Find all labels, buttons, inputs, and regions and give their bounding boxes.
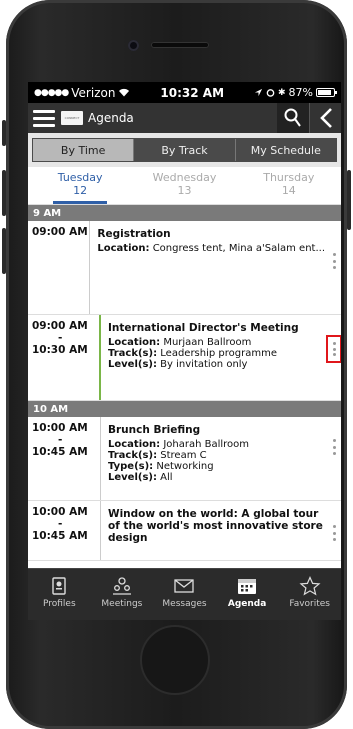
page-title: Agenda bbox=[88, 111, 134, 125]
session-end: 10:30 AM bbox=[32, 344, 88, 356]
earpiece-speaker bbox=[151, 42, 209, 48]
star-icon bbox=[299, 576, 321, 596]
back-button[interactable] bbox=[309, 103, 341, 133]
tab-messages[interactable]: Messages bbox=[153, 569, 216, 620]
day-tab-thursday[interactable]: Thursday 14 bbox=[237, 167, 341, 204]
session-details: Window on the world: A global tour of th… bbox=[101, 501, 341, 560]
session-time: 09:00 AM - 10:30 AM bbox=[28, 315, 101, 400]
mute-switch bbox=[2, 120, 6, 146]
session-location: Location: Joharah Ballroom bbox=[108, 439, 250, 450]
tab-agenda[interactable]: Agenda bbox=[216, 569, 279, 620]
day-tab-tuesday[interactable]: Tuesday 12 bbox=[28, 167, 132, 204]
session-row[interactable]: 10:00 AM - 10:45 AM Window on the world:… bbox=[28, 501, 341, 561]
tab-profiles[interactable]: Profiles bbox=[28, 569, 91, 620]
more-options-icon[interactable] bbox=[329, 523, 339, 543]
carrier-name: Verizon bbox=[71, 85, 116, 100]
day-date: 13 bbox=[177, 184, 192, 197]
home-button[interactable] bbox=[140, 625, 210, 695]
session-level: Level(s): All bbox=[108, 472, 173, 483]
envelope-icon bbox=[174, 579, 195, 593]
session-start: 10:00 AM bbox=[32, 506, 88, 518]
search-button[interactable] bbox=[277, 103, 309, 133]
segment-by-track[interactable]: By Track bbox=[133, 139, 235, 161]
session-track: Track(s): Stream C bbox=[108, 450, 207, 461]
session-end: 10:45 AM bbox=[32, 446, 88, 458]
session-start: 10:00 AM bbox=[32, 422, 88, 434]
app-logo: CONNECT bbox=[61, 111, 83, 125]
volume-up-button bbox=[2, 170, 6, 216]
session-title: Registration bbox=[97, 228, 171, 240]
session-track: Track(s): Leadership programme bbox=[108, 348, 277, 359]
more-options-icon[interactable] bbox=[326, 335, 341, 363]
session-title: Brunch Briefing bbox=[108, 424, 201, 436]
phone-frame: ●●●●● Verizon 10:32 AM ✱ 87% CONNECT Age… bbox=[2, 0, 351, 729]
time-separator: - bbox=[58, 434, 63, 446]
meetings-icon bbox=[112, 577, 131, 595]
session-row[interactable]: 10:00 AM - 10:45 AM Brunch Briefing Loca… bbox=[28, 417, 341, 501]
session-location: Location: Congress tent, Mina a'Salam en… bbox=[97, 243, 325, 254]
battery-percent: 87% bbox=[288, 86, 313, 99]
chevron-left-icon bbox=[319, 108, 332, 128]
session-details: Brunch Briefing Location: Joharah Ballro… bbox=[101, 417, 341, 500]
session-level: Level(s): By invitation only bbox=[108, 359, 248, 370]
signal-icon: ●●●●● bbox=[34, 87, 69, 98]
time-separator: - bbox=[58, 332, 63, 344]
session-time: 10:00 AM - 10:45 AM bbox=[28, 501, 101, 560]
day-tab-wednesday[interactable]: Wednesday 13 bbox=[132, 167, 236, 204]
calendar-icon bbox=[238, 579, 257, 594]
volume-down-button bbox=[2, 228, 6, 274]
segment-my-schedule[interactable]: My Schedule bbox=[234, 139, 336, 161]
location-arrow-icon bbox=[254, 88, 263, 97]
session-row[interactable]: 09:00 AM - 10:30 AM International Direct… bbox=[28, 315, 341, 401]
day-name: Tuesday bbox=[57, 171, 103, 184]
session-type: Type(s): Networking bbox=[108, 461, 214, 472]
session-title: International Director's Meeting bbox=[108, 322, 299, 334]
day-name: Thursday bbox=[263, 171, 315, 184]
status-time: 10:32 AM bbox=[160, 85, 225, 100]
session-details: International Director's Meeting Locatio… bbox=[101, 315, 341, 400]
session-title: Window on the world: A global tour of th… bbox=[108, 508, 323, 544]
session-location: Location: Murjaan Ballroom bbox=[108, 337, 252, 348]
tab-favorites[interactable]: Favorites bbox=[278, 569, 341, 620]
day-date: 12 bbox=[73, 184, 88, 197]
status-bar: ●●●●● Verizon 10:32 AM ✱ 87% bbox=[28, 82, 341, 103]
day-tabs: Tuesday 12 Wednesday 13 Thursday 14 bbox=[28, 167, 341, 205]
wifi-icon bbox=[119, 88, 130, 97]
segment-by-time[interactable]: By Time bbox=[33, 139, 134, 161]
day-date: 14 bbox=[281, 184, 296, 197]
day-name: Wednesday bbox=[152, 171, 217, 184]
session-time: 10:00 AM - 10:45 AM bbox=[28, 417, 101, 500]
session-end: 10:45 AM bbox=[32, 530, 88, 542]
bottom-tab-bar: Profiles Meetings Messages Agenda Favori… bbox=[28, 568, 341, 620]
session-row[interactable]: 09:00 AM Registration Location: Congress… bbox=[28, 221, 341, 315]
session-start: 09:00 AM bbox=[32, 320, 88, 332]
screen: ●●●●● Verizon 10:32 AM ✱ 87% CONNECT Age… bbox=[28, 82, 341, 620]
power-button bbox=[347, 170, 351, 230]
hour-header: 9 AM bbox=[28, 205, 341, 221]
time-separator: - bbox=[58, 518, 63, 530]
battery-icon bbox=[316, 88, 337, 97]
session-start: 09:00 AM bbox=[32, 226, 88, 238]
bluetooth-icon: ✱ bbox=[278, 87, 286, 98]
more-options-icon[interactable] bbox=[329, 437, 339, 457]
search-icon bbox=[284, 108, 301, 127]
menu-icon[interactable] bbox=[33, 109, 55, 127]
front-camera bbox=[128, 40, 139, 51]
session-time: 09:00 AM bbox=[28, 221, 91, 314]
session-details: Registration Location: Congress tent, Mi… bbox=[90, 221, 341, 314]
tab-meetings[interactable]: Meetings bbox=[91, 569, 154, 620]
app-bar: CONNECT Agenda bbox=[28, 103, 341, 133]
view-mode-bar: By Time By Track My Schedule bbox=[28, 133, 341, 167]
hour-header: 10 AM bbox=[28, 401, 341, 417]
view-mode-segmented-control: By Time By Track My Schedule bbox=[32, 138, 337, 162]
profile-card-icon bbox=[52, 577, 66, 595]
alarm-icon bbox=[266, 89, 275, 97]
more-options-icon[interactable] bbox=[329, 251, 339, 271]
